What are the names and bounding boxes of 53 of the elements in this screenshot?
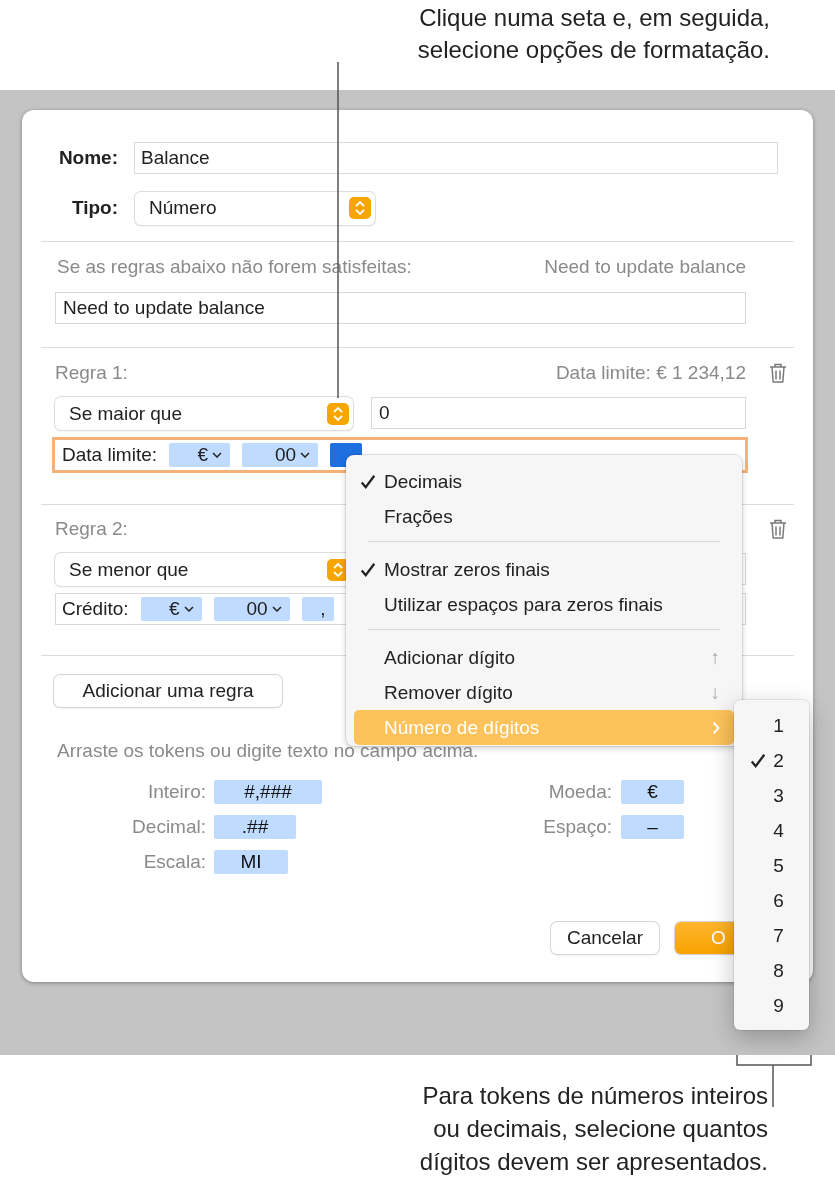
type-popup[interactable]: Número <box>135 191 375 225</box>
stepper-icon <box>349 197 371 219</box>
format-token[interactable]: MI <box>214 850 288 874</box>
checkmark-icon <box>360 473 376 490</box>
message-field[interactable]: Need to update balance <box>55 292 746 324</box>
token-label: Inteiro: <box>146 781 206 803</box>
field-label: Tipo: <box>70 197 118 219</box>
rule-title: Regra 2: <box>55 518 128 540</box>
token-label: Decimal: <box>131 816 206 838</box>
menu-item[interactable]: 1 <box>734 708 809 744</box>
format-token[interactable]: € <box>169 443 231 467</box>
format-token[interactable]: 00 <box>213 597 290 621</box>
format-token[interactable]: #,### <box>214 780 322 804</box>
caret-icon <box>183 606 194 612</box>
caret-icon <box>212 452 223 458</box>
name-field[interactable]: Balance <box>134 142 778 174</box>
token-label: Moeda: <box>547 781 612 803</box>
add-rule-button[interactable]: Adicionar uma regra <box>54 675 282 707</box>
trash-icon[interactable] <box>768 518 788 540</box>
stepper-icon <box>327 402 349 425</box>
menu-item[interactable]: Adicionar dígito ↑ <box>346 640 742 675</box>
format-token[interactable]: , <box>301 597 334 621</box>
menu-item[interactable]: 6 <box>734 883 809 919</box>
rule-preview: Data limite: € 1 234,12 <box>555 362 746 384</box>
menu-item[interactable]: Frações <box>346 499 742 534</box>
format-token[interactable]: € <box>140 597 202 621</box>
value-field[interactable]: 0 <box>371 397 746 429</box>
cancel-button[interactable]: Cancelar <box>551 922 659 954</box>
field-label: Nome: <box>57 147 118 169</box>
callout-text: Clique numa seta e, em seguida, selecione opções de formatação. <box>416 3 771 65</box>
menu-item[interactable]: Remover dígito ↓ <box>346 675 742 710</box>
token-label: Espaço: <box>542 816 612 838</box>
checkmark-icon <box>360 561 376 578</box>
caret-icon <box>271 606 282 612</box>
token-label: Escala: <box>142 851 206 873</box>
menu-item[interactable]: 9 <box>734 988 809 1024</box>
chevron-icon <box>712 720 720 735</box>
format-token[interactable]: .## <box>214 815 296 839</box>
callout-text: Para tokens de números inteiros ou decimais, selecione quantos dígitos devem ser apresentados. <box>419 1081 768 1177</box>
format-token[interactable]: € <box>621 780 684 804</box>
menu-item[interactable]: 2 <box>734 743 809 779</box>
menu-item[interactable]: 8 <box>734 953 809 989</box>
message-preview: Need to update balance <box>544 256 746 278</box>
rule-title: Regra 1: <box>55 362 128 384</box>
menu-item[interactable]: 5 <box>734 848 809 884</box>
menu-item[interactable]: 3 <box>734 778 809 814</box>
condition-popup[interactable]: Se maior que <box>55 397 353 430</box>
format-token[interactable]: – <box>621 815 684 839</box>
format-token[interactable]: 00 <box>242 443 319 467</box>
menu-item[interactable]: 4 <box>734 813 809 849</box>
trash-icon[interactable] <box>768 362 788 384</box>
caret-icon <box>300 452 311 458</box>
checkmark-icon <box>750 753 766 769</box>
